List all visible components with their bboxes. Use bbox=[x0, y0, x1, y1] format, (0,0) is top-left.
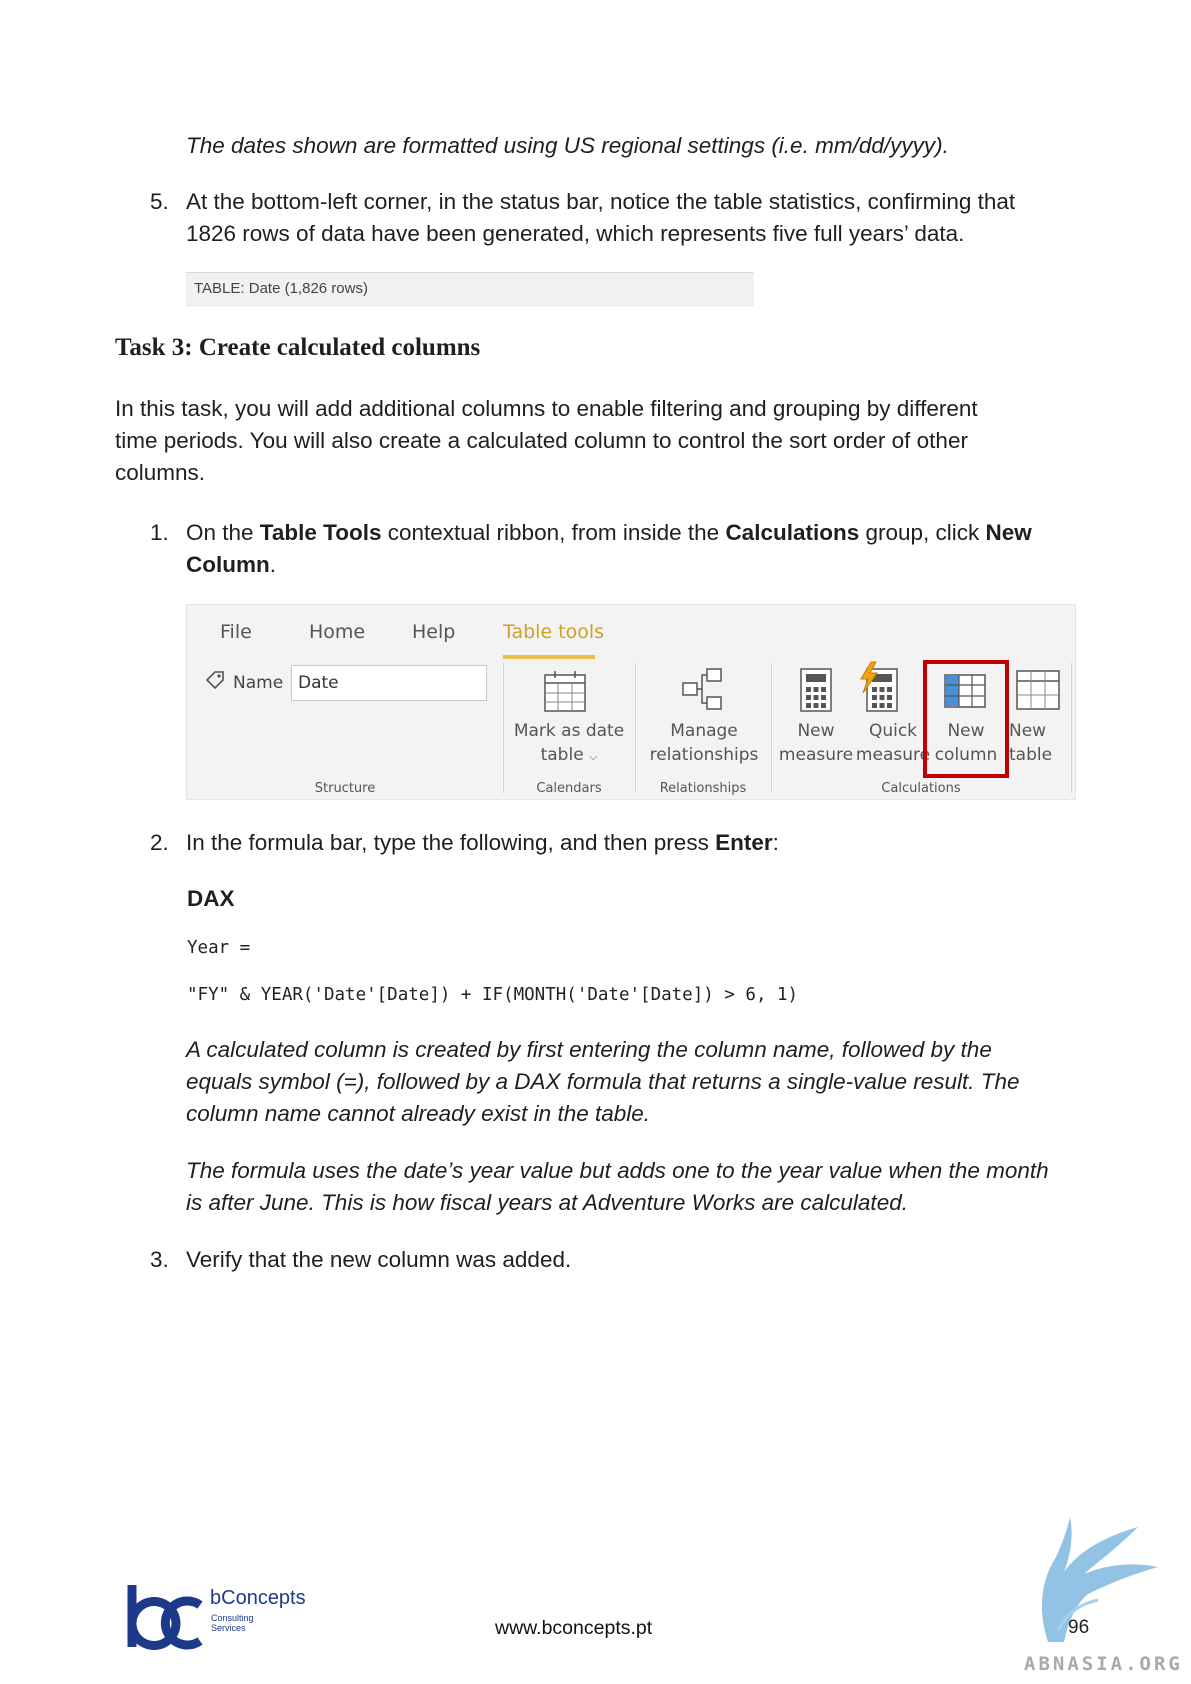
task-heading: Task 3: Create calculated columns bbox=[115, 334, 481, 361]
calc-note-line3: column name cannot already exist in the … bbox=[186, 1101, 651, 1126]
lightning-calculator-icon bbox=[860, 661, 898, 712]
step-number: 1. bbox=[150, 520, 169, 545]
tab-help[interactable]: Help bbox=[412, 621, 455, 643]
calendar-table-icon bbox=[544, 671, 586, 712]
new-measure-button[interactable]: New measure bbox=[773, 719, 859, 767]
group-label-calendars: Calendars bbox=[536, 781, 602, 796]
tab-home[interactable]: Home bbox=[309, 621, 365, 643]
brand-name: bConcepts bbox=[210, 1587, 306, 1609]
group-label-calculations: Calculations bbox=[881, 781, 961, 796]
footer-url: www.bconcepts.pt bbox=[495, 1617, 653, 1639]
step3-text: Verify that the new column was added. bbox=[186, 1247, 572, 1272]
step5-line1: At the bottom-left corner, in the status… bbox=[186, 189, 1016, 214]
name-label: Name bbox=[233, 673, 284, 693]
table-name-input[interactable]: Date bbox=[291, 665, 487, 701]
intro-line2: time periods. You will also create a cal… bbox=[115, 428, 968, 453]
group-label-structure: Structure bbox=[314, 781, 376, 796]
tab-table-tools[interactable]: Table tools bbox=[503, 621, 604, 643]
step-number: 3. bbox=[150, 1247, 169, 1272]
calculator-icon bbox=[800, 668, 832, 712]
step-number: 5. bbox=[150, 189, 169, 214]
code-line2: "FY" & YEAR('Date'[Date]) + IF(MONTH('Da… bbox=[187, 985, 799, 1005]
table-icon bbox=[1016, 670, 1060, 710]
formula-note-line1: The formula uses the date’s year value b… bbox=[186, 1158, 1049, 1183]
group-divider bbox=[503, 663, 504, 793]
bconcepts-logo-icon bbox=[127, 1585, 203, 1650]
chevron-down-icon: ⌵ bbox=[589, 750, 598, 763]
group-label-relationships: Relationships bbox=[659, 781, 747, 796]
dates-note: The dates shown are formatted using US r… bbox=[186, 133, 949, 158]
watermark-text: ABNASIA.ORG bbox=[1024, 1653, 1183, 1675]
calc-note-line1: A calculated column is created by first … bbox=[186, 1037, 992, 1062]
code-line1: Year = bbox=[187, 938, 251, 958]
calc-note-line2: equals symbol (=), followed by a DAX for… bbox=[186, 1069, 1020, 1094]
watermark-bird-icon bbox=[1041, 1517, 1158, 1642]
ribbon-screenshot: File Home Help Table tools Name Date Mar… bbox=[186, 604, 1076, 800]
tab-file[interactable]: File bbox=[220, 621, 252, 643]
step1-line2: Column. bbox=[186, 552, 277, 577]
new-table-button[interactable]: New table bbox=[1009, 719, 1061, 767]
step2-text: In the formula bar, type the following, … bbox=[186, 830, 779, 855]
status-bar-screenshot: TABLE: Date (1,826 rows) bbox=[186, 272, 754, 306]
relationships-icon bbox=[682, 668, 722, 710]
intro-line3: columns. bbox=[115, 460, 206, 485]
manage-relationships-button[interactable]: Manage relationships bbox=[637, 719, 771, 767]
tag-icon bbox=[205, 671, 224, 690]
new-column-highlight bbox=[923, 660, 1009, 778]
group-divider bbox=[771, 663, 772, 793]
brand-subtitle: Consulting Services bbox=[211, 1613, 254, 1633]
group-divider bbox=[1071, 663, 1072, 793]
active-tab-indicator bbox=[503, 655, 595, 659]
dax-label: DAX bbox=[187, 886, 235, 911]
intro-line1: In this task, you will add additional co… bbox=[115, 396, 978, 421]
step5-line2: 1826 rows of data have been generated, w… bbox=[186, 221, 965, 246]
step-number: 2. bbox=[150, 830, 169, 855]
formula-note-line2: is after June. This is how fiscal years … bbox=[186, 1190, 908, 1215]
mark-date-table-button[interactable]: Mark as date table ⌵ bbox=[513, 719, 625, 769]
group-divider bbox=[635, 663, 636, 793]
step1-line1: On the Table Tools contextual ribbon, fr… bbox=[186, 520, 1032, 545]
page-number: 96 bbox=[1068, 1617, 1090, 1638]
status-bar-text: TABLE: Date (1,826 rows) bbox=[194, 280, 368, 297]
